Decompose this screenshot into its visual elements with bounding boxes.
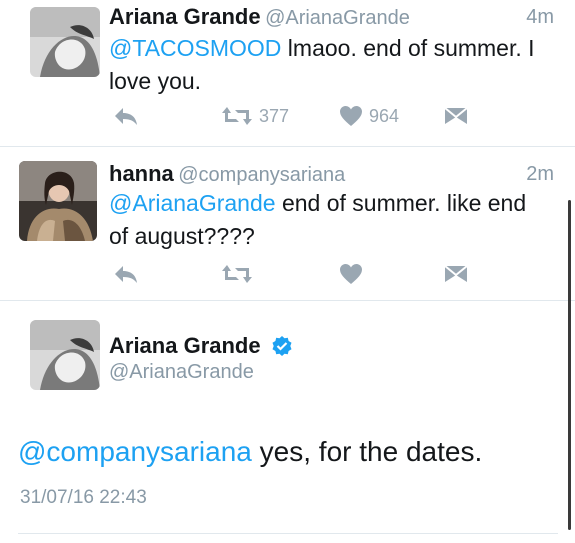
- reply-button[interactable]: [113, 260, 139, 288]
- like-button[interactable]: [339, 260, 363, 288]
- direct-message-icon: [444, 107, 468, 124]
- scrollbar[interactable]: [568, 200, 571, 530]
- tweet-text: @TACOSMOOD lmaoo. end of summer. I love …: [109, 32, 559, 98]
- heart-icon: [340, 264, 362, 284]
- ariana-avatar-image: [30, 320, 100, 390]
- mention-link[interactable]: @ArianaGrande: [109, 190, 276, 216]
- avatar[interactable]: [19, 161, 97, 241]
- author-name[interactable]: Ariana Grande: [109, 333, 261, 358]
- ariana-avatar-image: [30, 7, 100, 77]
- tweet-timestamp: 31/07/16 22:43: [20, 487, 147, 508]
- reply-button[interactable]: [113, 102, 139, 130]
- avatar[interactable]: [30, 320, 100, 390]
- tweet-2[interactable]: hanna @companysariana 2m @ArianaGrande e…: [0, 147, 575, 299]
- retweet-icon: [222, 107, 252, 125]
- tweet-text-line1: lmaoo. end of summer. I: [281, 35, 535, 61]
- tweet-text-line2: love you.: [109, 68, 202, 94]
- author-handle[interactable]: @ArianaGrande: [109, 361, 254, 384]
- retweet-count: 377: [259, 105, 290, 126]
- like-count: 964: [369, 105, 400, 126]
- heart-icon: [340, 106, 362, 126]
- direct-message-button[interactable]: [444, 260, 468, 288]
- tweet-time: 2m: [526, 163, 554, 185]
- retweet-button[interactable]: 377: [221, 102, 289, 130]
- tweet-text-line1: end of summer. like end: [275, 190, 527, 216]
- tweet-actions: [109, 260, 469, 288]
- mention-link[interactable]: @companysariana: [18, 436, 252, 467]
- reply-icon: [115, 108, 137, 125]
- tweet-actions: 377 964: [109, 102, 469, 130]
- retweet-icon: [222, 265, 252, 283]
- detail-tweet-text: @companysariana yes, for the dates.: [18, 434, 568, 470]
- tweet-text: @ArianaGrande end of summer. like end of…: [109, 187, 559, 253]
- verified-badge-icon: [271, 335, 293, 362]
- detail-tweet-text-rest: yes, for the dates.: [251, 436, 483, 467]
- hanna-avatar-image: [19, 161, 97, 241]
- tweet-text-line2: of august????: [109, 223, 255, 249]
- author-handle[interactable]: @companysariana: [178, 164, 345, 186]
- author-name[interactable]: hanna: [109, 161, 174, 186]
- reply-icon: [115, 266, 137, 283]
- avatar[interactable]: [30, 7, 100, 77]
- retweet-button[interactable]: [221, 260, 253, 288]
- tweet-1[interactable]: Ariana Grande @ArianaGrande 4m @TACOSMOO…: [0, 0, 575, 145]
- author-name[interactable]: Ariana Grande: [109, 4, 261, 29]
- detail-tweet: Ariana Grande @ArianaGrande @companysari…: [0, 301, 575, 543]
- divider: [18, 533, 558, 534]
- like-button[interactable]: 964: [339, 102, 399, 130]
- direct-message-icon: [444, 265, 468, 282]
- direct-message-button[interactable]: [444, 102, 468, 130]
- mention-link[interactable]: @TACOSMOOD: [109, 35, 281, 61]
- tweet-time: 4m: [526, 6, 554, 28]
- author-handle[interactable]: @ArianaGrande: [265, 7, 410, 29]
